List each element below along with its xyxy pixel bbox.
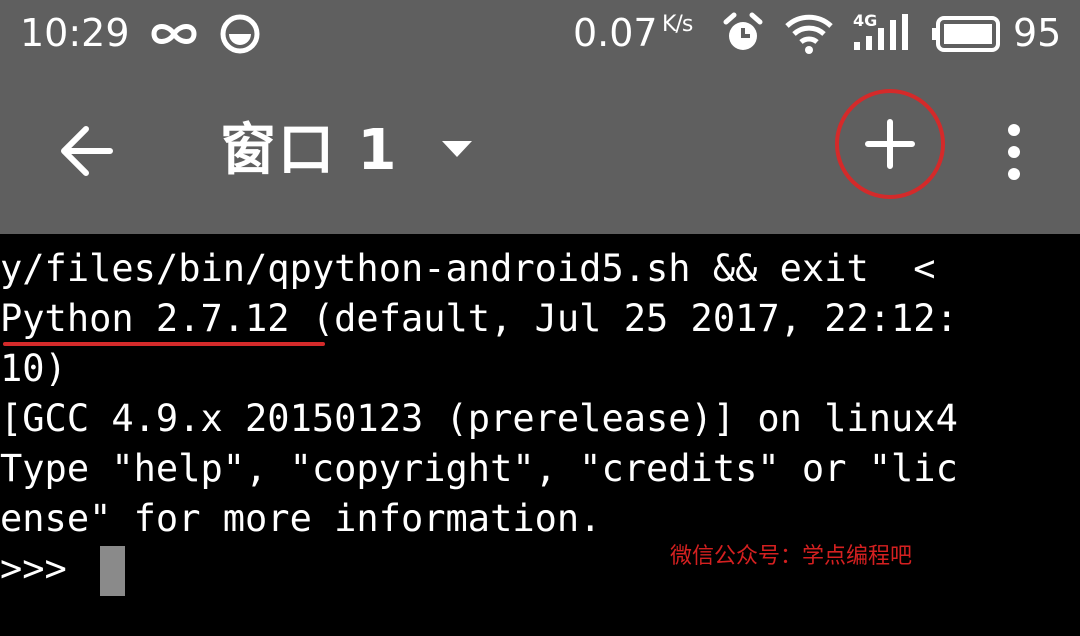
status-time: 10:29 bbox=[20, 11, 130, 55]
python-version-underline bbox=[3, 342, 325, 346]
alarm-icon bbox=[723, 12, 763, 50]
network-speed: 0.07 bbox=[573, 11, 658, 55]
terminal-prompt: >>> bbox=[0, 547, 90, 590]
network-speed-unit: K/s bbox=[662, 12, 693, 37]
mood-icon bbox=[220, 14, 260, 54]
arrow-left-icon[interactable] bbox=[52, 118, 118, 184]
signal-4g-icon: 4G bbox=[850, 12, 910, 56]
infinity-icon bbox=[151, 24, 197, 44]
terminal-line: Type "help", "copyright", "credits" or "… bbox=[0, 447, 958, 490]
battery-icon bbox=[932, 16, 1000, 52]
battery-percent: 95 bbox=[1013, 11, 1062, 55]
app-toolbar: 窗口 1 bbox=[0, 68, 1080, 234]
watermark-text: 微信公众号：学点编程吧 bbox=[670, 544, 913, 569]
terminal-line: 10) bbox=[0, 347, 67, 390]
terminal-output[interactable]: y/files/bin/qpython-android5.sh && exit … bbox=[0, 234, 1080, 636]
terminal-line: Python 2.7.12 (default, Jul 25 2017, 22:… bbox=[0, 297, 958, 340]
terminal-line: [GCC 4.9.x 20150123 (prerelease)] on lin… bbox=[0, 397, 958, 440]
more-vertical-icon[interactable] bbox=[996, 120, 1032, 184]
plus-icon bbox=[865, 119, 915, 169]
caret-down-icon[interactable] bbox=[440, 138, 474, 160]
terminal-line: ense" for more information. bbox=[0, 497, 602, 540]
window-title[interactable]: 窗口 1 bbox=[220, 118, 398, 184]
wifi-icon bbox=[785, 14, 833, 54]
add-window-button[interactable] bbox=[834, 88, 946, 200]
status-bar: 10:29 0.07 K/s 4G 95 bbox=[0, 0, 1080, 68]
terminal-cursor[interactable] bbox=[100, 546, 125, 596]
terminal-line: y/files/bin/qpython-android5.sh && exit … bbox=[0, 247, 936, 290]
